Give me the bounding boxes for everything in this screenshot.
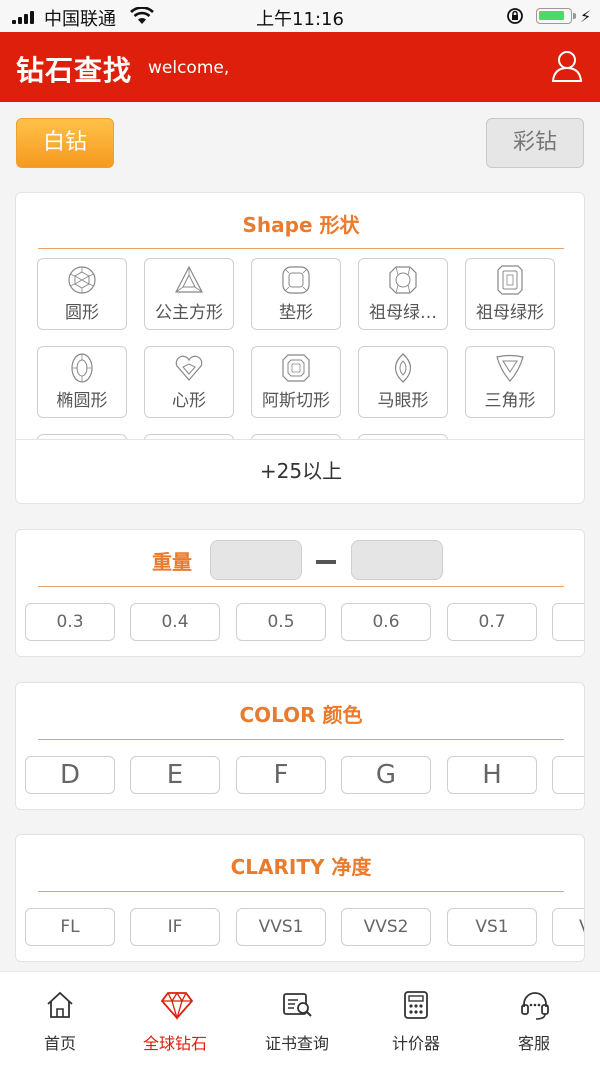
shape-label: 垫形 bbox=[279, 303, 313, 323]
page-title: 钻石查找 bbox=[16, 54, 133, 87]
home-icon bbox=[47, 991, 73, 1018]
tab-label: 计价器 bbox=[391, 1034, 440, 1053]
shape-option-trillion[interactable]: 三角形 bbox=[465, 346, 555, 418]
trillion-diamond-icon bbox=[496, 354, 524, 382]
princess-diamond-icon bbox=[175, 265, 203, 293]
certificate-search-icon bbox=[283, 993, 312, 1017]
colored-diamond-button[interactable]: 彩钻 bbox=[486, 118, 584, 168]
battery-tip bbox=[573, 13, 576, 19]
weight-divider bbox=[38, 586, 564, 587]
charging-icon: ⚡ bbox=[580, 7, 592, 26]
shape-label: 公主方形 bbox=[155, 303, 223, 323]
range-dash bbox=[316, 560, 336, 564]
clarity-divider bbox=[38, 891, 564, 892]
shape-label: 祖母绿形 bbox=[476, 303, 544, 323]
tab-label: 客服 bbox=[517, 1034, 550, 1053]
shape-option-cushion[interactable]: 垫形 bbox=[251, 258, 341, 330]
color-title: COLOR 颜色 bbox=[239, 703, 363, 727]
more-shapes-button[interactable]: +25以上 bbox=[16, 455, 584, 484]
marquise-diamond-icon bbox=[394, 353, 412, 383]
battery-level bbox=[539, 11, 564, 20]
shape-more-divider bbox=[16, 439, 584, 440]
shape-option-asscher-emerald[interactable]: 祖母绿… bbox=[358, 258, 448, 330]
tab-label: 全球钻石 bbox=[142, 1034, 207, 1053]
cushion-diamond-icon bbox=[282, 266, 310, 294]
weight-option[interactable]: 0.7 bbox=[447, 603, 537, 641]
shape-option-asscher[interactable]: 阿斯切形 bbox=[251, 346, 341, 418]
clarity-option[interactable]: VVS1 bbox=[236, 908, 326, 946]
weight-option[interactable] bbox=[552, 603, 584, 641]
color-divider bbox=[38, 739, 564, 740]
shape-option-emerald[interactable]: 祖母绿形 bbox=[465, 258, 555, 330]
calculator-icon bbox=[404, 991, 428, 1019]
color-option[interactable] bbox=[552, 756, 584, 794]
battery-icon bbox=[536, 8, 572, 24]
tab-home[interactable]: 首页 bbox=[0, 972, 120, 1067]
shape-title: Shape 形状 bbox=[242, 213, 360, 237]
tab-certificate-search[interactable]: 证书查询 bbox=[237, 972, 357, 1067]
tab-label: 证书查询 bbox=[264, 1034, 329, 1053]
heart-diamond-icon bbox=[175, 355, 203, 381]
shape-grid: 圆形 公主方形 垫形 祖母绿… 祖母绿形 椭圆形 心形 阿斯切形 马眼形 三角形 bbox=[16, 257, 584, 439]
welcome-text: welcome, bbox=[148, 58, 230, 78]
asscher-diamond-icon bbox=[282, 354, 310, 382]
tab-label: 首页 bbox=[43, 1034, 76, 1053]
shape-option-oval[interactable]: 椭圆形 bbox=[37, 346, 127, 418]
weight-max-input[interactable] bbox=[351, 540, 443, 580]
color-option[interactable]: E bbox=[130, 756, 220, 794]
clarity-option[interactable]: V bbox=[552, 908, 584, 946]
tab-global-diamonds[interactable]: 全球钻石 bbox=[115, 972, 235, 1067]
rotation-lock-icon bbox=[507, 8, 523, 24]
color-option[interactable]: H bbox=[447, 756, 537, 794]
weight-option[interactable]: 0.4 bbox=[130, 603, 220, 641]
weight-option[interactable]: 0.5 bbox=[236, 603, 326, 641]
color-option[interactable]: F bbox=[236, 756, 326, 794]
shape-label: 马眼形 bbox=[377, 391, 429, 411]
color-card: COLOR 颜色 D E F G H bbox=[15, 682, 585, 810]
shape-option-marquise[interactable]: 马眼形 bbox=[358, 346, 448, 418]
round-diamond-icon bbox=[68, 266, 96, 294]
asscher-emerald-diamond-icon bbox=[389, 266, 417, 294]
shape-label: 祖母绿… bbox=[369, 303, 437, 323]
clarity-card: CLARITY 净度 FL IF VVS1 VVS2 VS1 V bbox=[15, 834, 585, 962]
shape-label: 阿斯切形 bbox=[262, 391, 330, 411]
shape-label: 心形 bbox=[172, 391, 206, 411]
emerald-diamond-icon bbox=[497, 265, 523, 295]
weight-option[interactable]: 0.6 bbox=[341, 603, 431, 641]
weight-option[interactable]: 0.3 bbox=[25, 603, 115, 641]
shape-label: 椭圆形 bbox=[56, 391, 108, 411]
color-option[interactable]: D bbox=[25, 756, 115, 794]
oval-diamond-icon bbox=[71, 353, 93, 383]
bottom-tab-bar: 首页 全球钻石 证书查询 计价器 客服 bbox=[0, 971, 600, 1067]
diamond-icon bbox=[160, 991, 194, 1020]
weight-title: 重量 bbox=[152, 550, 192, 574]
app-header: 钻石查找 welcome, bbox=[0, 32, 600, 102]
weight-min-input[interactable] bbox=[210, 540, 302, 580]
clarity-option[interactable]: VS1 bbox=[447, 908, 537, 946]
shape-card: Shape 形状 圆形 公主方形 垫形 祖母绿… 祖母绿形 椭圆形 心形 阿斯切… bbox=[15, 192, 585, 504]
tab-calculator[interactable]: 计价器 bbox=[356, 972, 476, 1067]
tab-customer-service[interactable]: 客服 bbox=[474, 972, 594, 1067]
shape-divider bbox=[38, 248, 564, 249]
clarity-option[interactable]: IF bbox=[130, 908, 220, 946]
shape-label: 三角形 bbox=[484, 391, 536, 411]
shape-option-princess[interactable]: 公主方形 bbox=[144, 258, 234, 330]
color-option[interactable]: G bbox=[341, 756, 431, 794]
shape-option-round[interactable]: 圆形 bbox=[37, 258, 127, 330]
shape-label: 圆形 bbox=[65, 303, 99, 323]
white-diamond-button[interactable]: 白钻 bbox=[16, 118, 114, 168]
clarity-title: CLARITY 净度 bbox=[230, 855, 372, 879]
status-bar: 中国联通 上午11:16 ⚡ bbox=[0, 0, 600, 32]
shape-option-heart[interactable]: 心形 bbox=[144, 346, 234, 418]
user-icon[interactable] bbox=[550, 49, 584, 83]
weight-card: 重量 0.3 0.4 0.5 0.6 0.7 bbox=[15, 529, 585, 657]
headset-icon bbox=[521, 992, 549, 1020]
clarity-option[interactable]: VVS2 bbox=[341, 908, 431, 946]
clarity-option[interactable]: FL bbox=[25, 908, 115, 946]
